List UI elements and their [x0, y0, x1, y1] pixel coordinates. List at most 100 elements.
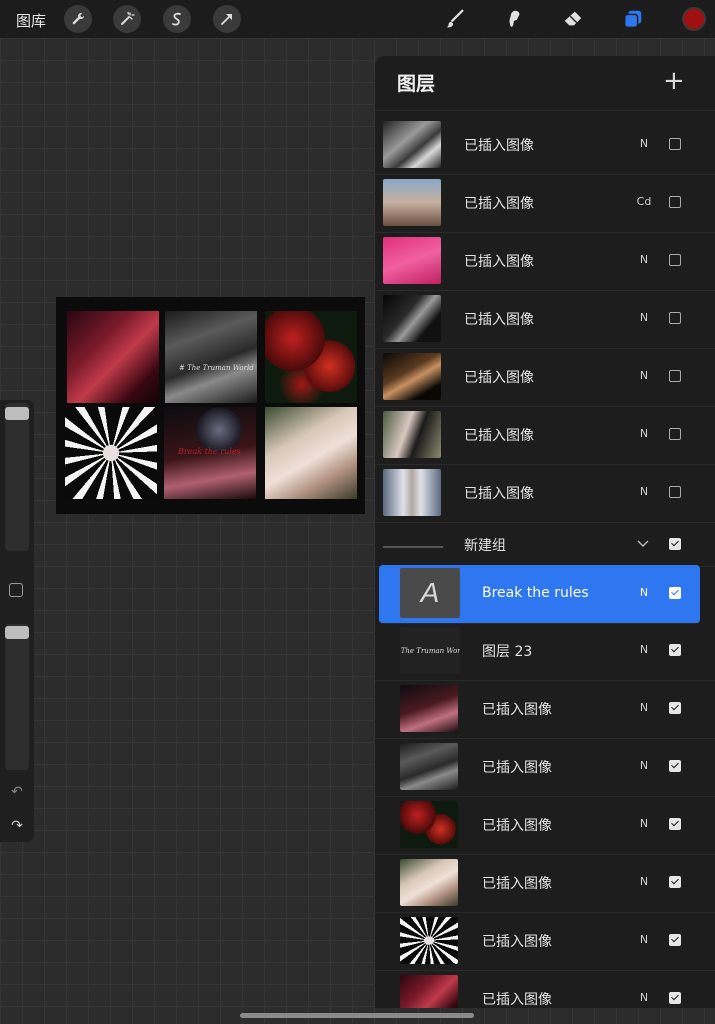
art-tile-6: [265, 407, 357, 499]
layer-name: 已插入图像: [464, 486, 534, 502]
layer-name: 已插入图像: [482, 876, 552, 892]
brush-size-slider[interactable]: [5, 403, 29, 551]
layers-icon[interactable]: [619, 5, 647, 33]
art-tile-2: # The Truman World: [165, 311, 257, 403]
layer-row[interactable]: 已插入图像 N: [375, 290, 715, 349]
color-picker-button[interactable]: [682, 7, 706, 31]
visibility-checkbox[interactable]: [669, 760, 681, 772]
layer-thumbnail: [400, 917, 458, 964]
visibility-checkbox[interactable]: [669, 312, 681, 324]
blend-mode[interactable]: N: [633, 701, 655, 714]
modify-button[interactable]: [9, 583, 23, 597]
visibility-checkbox[interactable]: [669, 934, 681, 946]
art-caption-2: Break the rules: [178, 447, 241, 456]
layer-name: 已插入图像: [464, 138, 534, 154]
visibility-checkbox[interactable]: [669, 254, 681, 266]
chevron-down-icon[interactable]: [637, 538, 649, 550]
layer-thumbnail: [400, 801, 458, 848]
layer-name: 已插入图像: [464, 312, 534, 328]
layer-thumbnail: [383, 179, 441, 226]
layer-thumbnail: [383, 411, 441, 458]
art-tile-4: [65, 407, 157, 499]
visibility-checkbox[interactable]: [669, 992, 681, 1004]
layer-row[interactable]: # The Truman World 图层 23 N: [375, 622, 715, 681]
visibility-checkbox[interactable]: [669, 644, 681, 656]
blend-mode[interactable]: N: [633, 253, 655, 266]
artwork-canvas[interactable]: # The Truman World Break the rules: [56, 297, 365, 514]
visibility-checkbox[interactable]: [669, 428, 681, 440]
text-a-icon: A: [420, 577, 440, 608]
blend-mode[interactable]: N: [633, 991, 655, 1004]
layer-row[interactable]: 已插入图像 N: [375, 912, 715, 971]
visibility-checkbox[interactable]: [669, 587, 681, 599]
layer-name: Break the rules: [482, 585, 589, 601]
layer-name: 已插入图像: [464, 370, 534, 386]
blend-mode[interactable]: N: [633, 817, 655, 830]
blend-mode[interactable]: N: [633, 759, 655, 772]
layer-row[interactable]: 已插入图像 N: [375, 854, 715, 913]
layer-thumbnail: [400, 859, 458, 906]
blend-mode[interactable]: N: [633, 311, 655, 324]
redo-icon[interactable]: ↷: [8, 818, 26, 834]
layer-row[interactable]: 已插入图像 Cd: [375, 174, 715, 233]
undo-icon[interactable]: ↶: [8, 784, 26, 800]
magic-wand-icon[interactable]: [113, 5, 141, 33]
layer-thumbnail: [400, 975, 458, 1008]
layer-thumbnail: [383, 469, 441, 516]
brush-size-thumb[interactable]: [5, 407, 29, 420]
top-toolbar: 图库: [0, 0, 715, 38]
blend-mode[interactable]: N: [633, 427, 655, 440]
visibility-checkbox[interactable]: [669, 196, 681, 208]
visibility-checkbox[interactable]: [669, 876, 681, 888]
visibility-checkbox[interactable]: [669, 702, 681, 714]
layer-name: 已插入图像: [464, 196, 534, 212]
blend-mode[interactable]: N: [633, 875, 655, 888]
eraser-icon[interactable]: [559, 5, 587, 33]
layers-panel-title: 图层: [397, 73, 436, 95]
layer-row[interactable]: 已插入图像 N: [375, 464, 715, 523]
layer-row[interactable]: 已插入图像 N: [375, 680, 715, 739]
group-visibility-checkbox[interactable]: [669, 538, 681, 550]
layer-row[interactable]: 已插入图像 N: [375, 116, 715, 175]
group-name: 新建组: [464, 538, 506, 554]
layer-row[interactable]: 已插入图像 N: [375, 738, 715, 797]
layer-row-active[interactable]: A Break the rules N: [379, 565, 700, 624]
layer-name: 图层 23: [482, 644, 533, 660]
blend-mode[interactable]: N: [633, 369, 655, 382]
arrow-transform-icon[interactable]: [213, 5, 241, 33]
layer-row[interactable]: 已插入图像 N: [375, 406, 715, 465]
visibility-checkbox[interactable]: [669, 370, 681, 382]
opacity-thumb[interactable]: [5, 626, 29, 639]
art-tile-1: [67, 311, 159, 403]
thumb-caption: # The Truman World: [400, 646, 460, 655]
selection-s-icon[interactable]: [163, 5, 191, 33]
blend-mode[interactable]: Cd: [633, 195, 655, 208]
visibility-checkbox[interactable]: [669, 486, 681, 498]
blend-mode[interactable]: N: [633, 586, 655, 599]
brush-icon[interactable]: [441, 5, 469, 33]
text-layer-thumbnail: A: [400, 568, 460, 618]
layer-row[interactable]: 已插入图像 N: [375, 796, 715, 855]
layer-row[interactable]: 已插入图像 N: [375, 970, 715, 1008]
layer-name: 已插入图像: [464, 254, 534, 270]
layer-thumbnail: # The Truman World: [400, 627, 460, 674]
smudge-icon[interactable]: [500, 5, 528, 33]
blend-mode[interactable]: N: [633, 643, 655, 656]
blend-mode[interactable]: N: [633, 933, 655, 946]
blend-mode[interactable]: N: [633, 485, 655, 498]
layer-group-row[interactable]: 新建组: [375, 522, 715, 567]
blend-mode[interactable]: N: [633, 137, 655, 150]
wrench-icon[interactable]: [64, 5, 92, 33]
art-caption: # The Truman World: [179, 364, 254, 372]
visibility-checkbox[interactable]: [669, 138, 681, 150]
add-layer-button[interactable]: +: [663, 68, 685, 94]
visibility-checkbox[interactable]: [669, 818, 681, 830]
gallery-button[interactable]: 图库: [16, 10, 46, 31]
layer-name: 已插入图像: [482, 934, 552, 950]
layer-row[interactable]: 已插入图像 N: [375, 232, 715, 291]
layer-row[interactable]: 已插入图像 N: [375, 348, 715, 407]
opacity-slider[interactable]: [5, 624, 29, 770]
layer-name: 已插入图像: [482, 702, 552, 718]
layer-name: 已插入图像: [482, 818, 552, 834]
home-indicator[interactable]: [240, 1013, 474, 1018]
